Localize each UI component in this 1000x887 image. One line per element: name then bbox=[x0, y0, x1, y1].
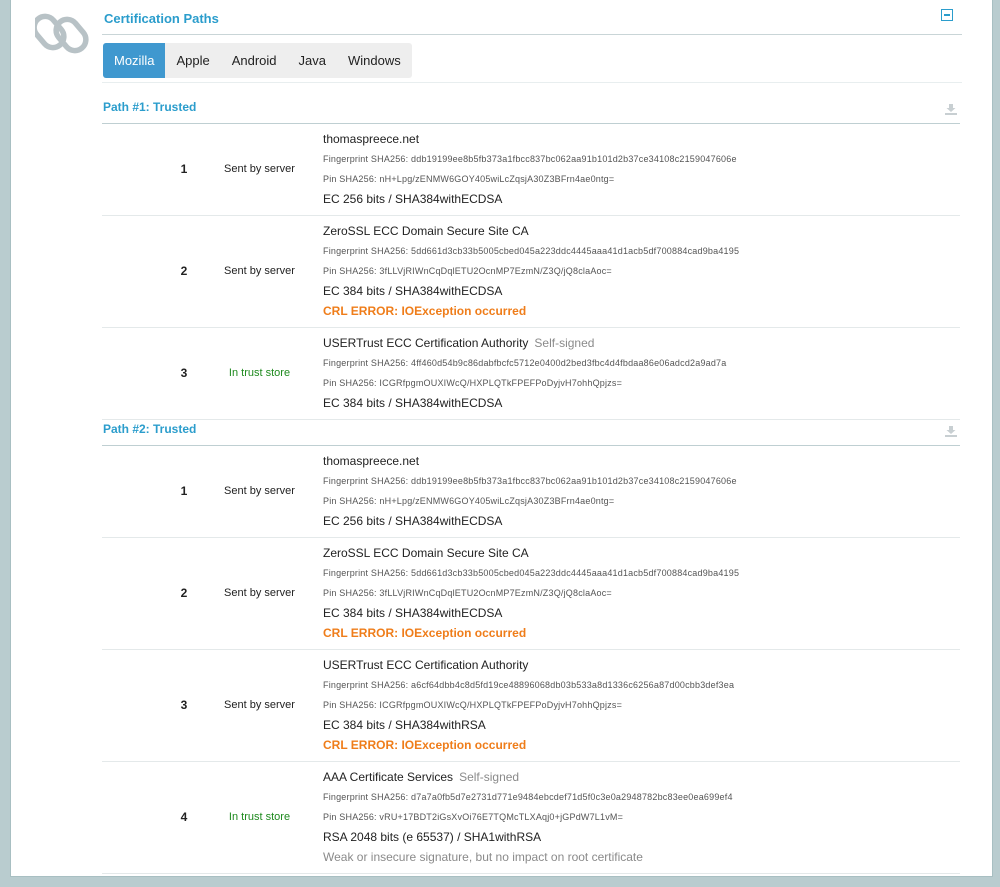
cert-name: USERTrust ECC Certification Authority bbox=[323, 336, 529, 350]
cert-name: ZeroSSL ECC Domain Secure Site CA bbox=[323, 224, 529, 238]
cert-pin: Pin SHA256: 3fLLVjRIWnCqDqlETU2OcnMP7Ezm… bbox=[323, 588, 612, 598]
cert-details: thomaspreece.net Fingerprint SHA256: ddb1… bbox=[323, 129, 953, 209]
cert-row: 2 Sent by server ZeroSSL ECC Domain Secure… bbox=[102, 216, 960, 328]
cert-details: ZeroSSL ECC Domain Secure Site CA Fingerp… bbox=[323, 221, 953, 321]
tab-mozilla[interactable]: Mozilla bbox=[103, 43, 166, 78]
section-title: Certification Paths bbox=[104, 11, 219, 26]
cert-row: 1 Sent by server thomaspreece.net Fingerpri… bbox=[102, 124, 960, 216]
certification-paths-panel: Certification Paths Mozilla Apple Android J… bbox=[10, 0, 993, 877]
cert-row: 4 In trust store AAA Certificate Services S… bbox=[102, 762, 960, 874]
cert-fingerprint: Fingerprint SHA256: d7a7a0fb5d7e2731d771… bbox=[323, 792, 733, 802]
cert-pin: Pin SHA256: vRU+17BDT2iGsXvOi76E7TQMcTLX… bbox=[323, 812, 624, 822]
cert-number: 1 bbox=[180, 484, 188, 498]
cert-source: Sent by server bbox=[224, 163, 295, 175]
cert-subject: thomaspreece.net bbox=[323, 451, 953, 471]
self-signed-label: Self-signed bbox=[459, 770, 520, 784]
cert-number: 2 bbox=[180, 586, 188, 600]
cert-name: USERTrust ECC Certification Authority bbox=[323, 658, 529, 672]
cert-row: 2 Sent by server ZeroSSL ECC Domain Secure… bbox=[102, 538, 960, 650]
cert-subject: AAA Certificate Services Self-signed bbox=[323, 767, 953, 787]
self-signed-label: Self-signed bbox=[534, 336, 595, 350]
cert-key-info: RSA 2048 bits (e 65537) / SHA1withRSA bbox=[323, 830, 542, 844]
cert-name: AAA Certificate Services bbox=[323, 770, 454, 784]
cert-row: 1 Sent by server thomaspreece.net Fingerpri… bbox=[102, 446, 960, 538]
path-header: Path #2: Trusted bbox=[102, 405, 960, 446]
cert-row: 3 Sent by server USERTrust ECC Certificati… bbox=[102, 650, 960, 762]
path-header: Path #1: Trusted bbox=[102, 83, 960, 124]
cert-details: AAA Certificate Services Self-signed Finge… bbox=[323, 767, 953, 867]
cert-source: In trust store bbox=[228, 811, 291, 823]
cert-source: Sent by server bbox=[224, 699, 295, 711]
cert-name: thomaspreece.net bbox=[323, 454, 420, 468]
download-icon[interactable] bbox=[945, 424, 957, 437]
cert-key-info: EC 384 bits / SHA384withECDSA bbox=[323, 284, 503, 298]
cert-fingerprint: Fingerprint SHA256: ddb19199ee8b5fb373a1… bbox=[323, 154, 737, 164]
path-title: Path #1: Trusted bbox=[103, 100, 197, 114]
cert-fingerprint: Fingerprint SHA256: ddb19199ee8b5fb373a1… bbox=[323, 476, 737, 486]
cert-fingerprint: Fingerprint SHA256: 5dd661d3cb33b5005cbe… bbox=[323, 568, 740, 578]
tab-android[interactable]: Android bbox=[221, 43, 288, 78]
weak-signature-note: Weak or insecure signature, but no impac… bbox=[323, 850, 643, 864]
cert-pin: Pin SHA256: ICGRfpgmOUXIWcQ/HXPLQTkFPEFP… bbox=[323, 378, 623, 388]
cert-number: 4 bbox=[180, 810, 188, 824]
cert-subject: thomaspreece.net bbox=[323, 129, 953, 149]
cert-name: ZeroSSL ECC Domain Secure Site CA bbox=[323, 546, 529, 560]
tab-java[interactable]: Java bbox=[288, 43, 337, 78]
cert-key-info: EC 256 bits / SHA384withECDSA bbox=[323, 514, 503, 528]
path-title: Path #2: Trusted bbox=[103, 422, 197, 436]
cert-source: Sent by server bbox=[224, 587, 295, 599]
tab-apple[interactable]: Apple bbox=[165, 43, 220, 78]
cert-subject: USERTrust ECC Certification Authority Sel… bbox=[323, 333, 953, 353]
cert-pin: Pin SHA256: ICGRfpgmOUXIWcQ/HXPLQTkFPEFP… bbox=[323, 700, 623, 710]
cert-subject: ZeroSSL ECC Domain Secure Site CA bbox=[323, 221, 953, 241]
cert-details: USERTrust ECC Certification Authority Fin… bbox=[323, 655, 953, 755]
cert-fingerprint: Fingerprint SHA256: 4ff460d54b9c86dabfbc… bbox=[323, 358, 727, 368]
chain-link-icon bbox=[35, 13, 89, 54]
certification-path-2: Path #2: Trusted 1 Sent by server thomaspre… bbox=[102, 405, 960, 874]
cert-pin: Pin SHA256: nH+Lpg/zENMW6GOY405wiLcZqsjA… bbox=[323, 496, 615, 506]
cert-details: thomaspreece.net Fingerprint SHA256: ddb1… bbox=[323, 451, 953, 531]
cert-pin: Pin SHA256: nH+Lpg/zENMW6GOY405wiLcZqsjA… bbox=[323, 174, 615, 184]
cert-name: thomaspreece.net bbox=[323, 132, 420, 146]
section-header: Certification Paths bbox=[102, 0, 962, 35]
cert-details: ZeroSSL ECC Domain Secure Site CA Fingerp… bbox=[323, 543, 953, 643]
cert-pin: Pin SHA256: 3fLLVjRIWnCqDqlETU2OcnMP7Ezm… bbox=[323, 266, 612, 276]
cert-subject: ZeroSSL ECC Domain Secure Site CA bbox=[323, 543, 953, 563]
cert-number: 3 bbox=[180, 698, 188, 712]
cert-key-info: EC 384 bits / SHA384withECDSA bbox=[323, 606, 503, 620]
cert-subject: USERTrust ECC Certification Authority bbox=[323, 655, 953, 675]
cert-source: In trust store bbox=[228, 367, 291, 379]
cert-number: 2 bbox=[180, 264, 188, 278]
cert-key-info: EC 384 bits / SHA384withRSA bbox=[323, 718, 486, 732]
section-content: Certification Paths Mozilla Apple Android J… bbox=[102, 0, 962, 874]
cert-source: Sent by server bbox=[224, 265, 295, 277]
download-icon[interactable] bbox=[945, 102, 957, 115]
crl-error: CRL ERROR: IOException occurred bbox=[323, 626, 527, 640]
tab-windows[interactable]: Windows bbox=[337, 43, 412, 78]
crl-error: CRL ERROR: IOException occurred bbox=[323, 304, 527, 318]
cert-number: 1 bbox=[180, 162, 188, 176]
certification-path-1: Path #1: Trusted 1 Sent by server thomaspre… bbox=[102, 83, 960, 420]
crl-error: CRL ERROR: IOException occurred bbox=[323, 738, 527, 752]
cert-details: USERTrust ECC Certification Authority Sel… bbox=[323, 333, 953, 413]
cert-fingerprint: Fingerprint SHA256: 5dd661d3cb33b5005cbe… bbox=[323, 246, 740, 256]
cert-source: Sent by server bbox=[224, 485, 295, 497]
cert-number: 3 bbox=[180, 366, 188, 380]
browser-tabs: Mozilla Apple Android Java Windows bbox=[103, 43, 412, 78]
cert-fingerprint: Fingerprint SHA256: a6cf64dbb4c8d5fd19ce… bbox=[323, 680, 735, 690]
collapse-icon[interactable] bbox=[941, 9, 953, 21]
cert-key-info: EC 256 bits / SHA384withECDSA bbox=[323, 192, 503, 206]
